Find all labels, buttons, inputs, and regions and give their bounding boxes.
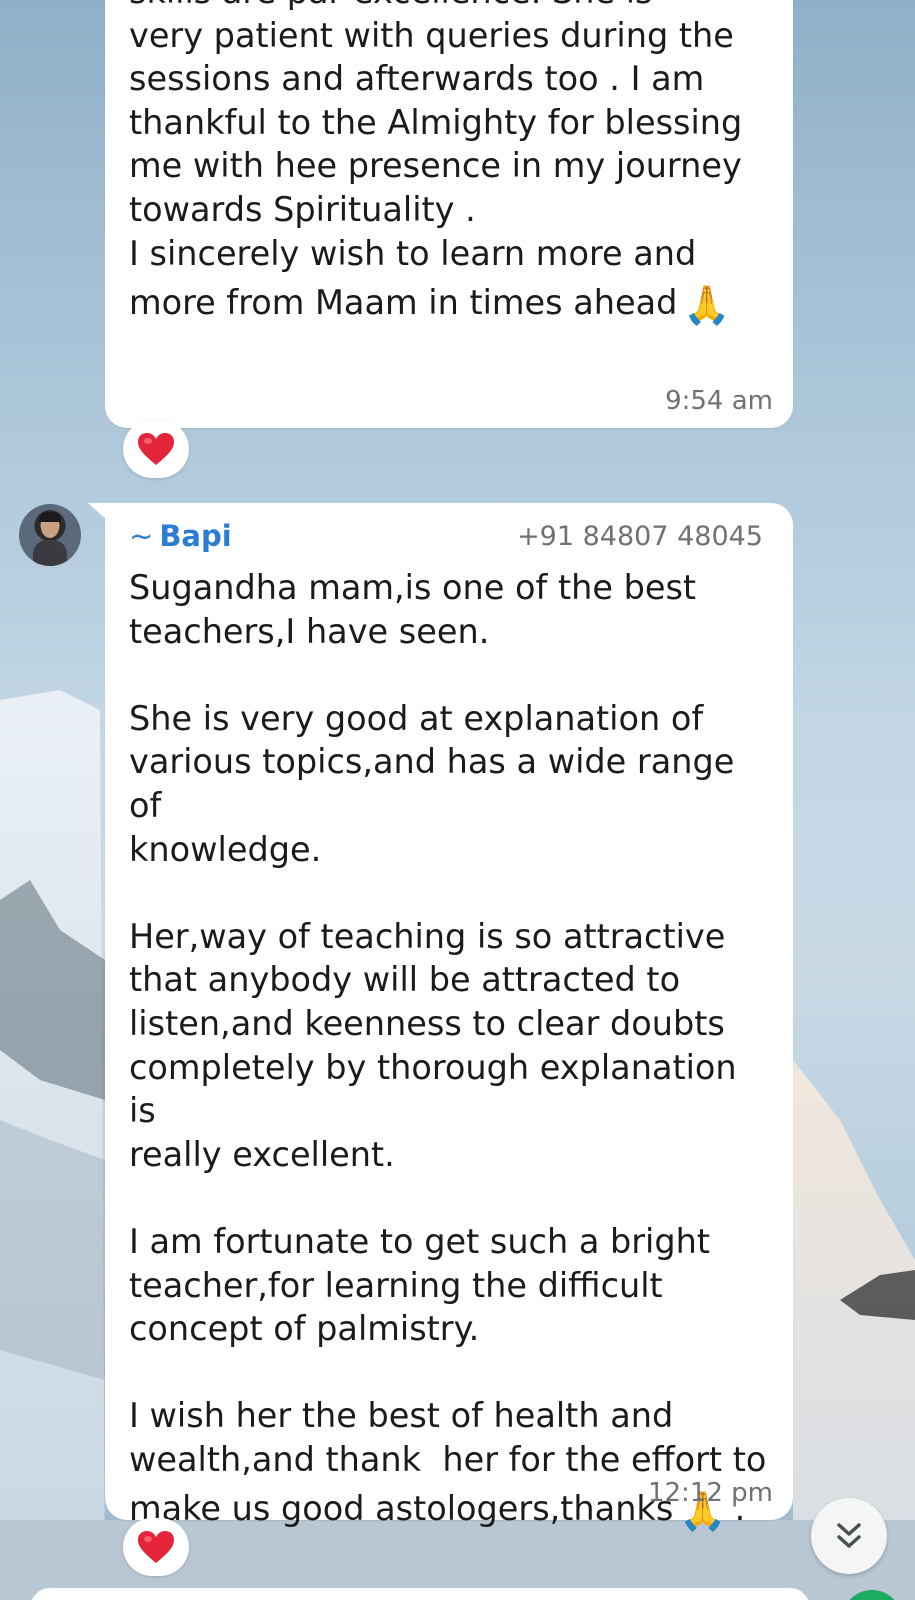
reaction-badge-2[interactable] [123, 1518, 189, 1576]
sender-prefix: ~ [129, 519, 154, 553]
sender-phone[interactable]: +91 84807 48045 [517, 521, 763, 552]
avatar-body-shape [33, 540, 67, 566]
sender-avatar[interactable] [19, 504, 81, 566]
message-2-time: 12:12 pm [647, 1478, 773, 1508]
message-last-line: make us good astologers,thanks [129, 1489, 674, 1529]
message-line: me with hee presence in my journey [129, 146, 742, 186]
message-paragraph: Her,way of teaching is so attractive tha… [129, 916, 737, 1174]
message-input-bar[interactable] [30, 1588, 810, 1600]
message-bubble-2[interactable]: ~ Bapi +91 84807 48045 Sugandha mam,is on… [105, 503, 793, 1530]
message-1-text: skills are par excellence. She isvery pa… [129, 0, 773, 325]
sender-name[interactable]: ~ Bapi [129, 519, 232, 553]
message-bubble-1[interactable]: skills are par excellence. She isvery pa… [105, 0, 793, 428]
sender-header: ~ Bapi +91 84807 48045 [129, 519, 763, 555]
sender-name-text: Bapi [159, 519, 232, 553]
heart-icon [138, 433, 174, 465]
message-2-text: Sugandha mam,is one of the best teachers… [129, 566, 773, 1531]
heart-icon [138, 1531, 174, 1563]
message-line: skills are par excellence. She is [129, 0, 773, 14]
message-line: very patient with queries during the [129, 15, 734, 55]
message-last-line: more from Maam in times ahead [129, 283, 678, 323]
message-paragraph: I am fortunate to get such a bright teac… [129, 1221, 710, 1349]
message-line: towards Spirituality . [129, 189, 476, 229]
reaction-badge-1[interactable] [123, 420, 189, 478]
folded-hands-emoji: 🙏 [683, 283, 731, 328]
double-chevron-down-icon [837, 1523, 861, 1548]
message-1-time: 9:54 am [665, 386, 773, 416]
message-line: I sincerely wish to learn more and [129, 233, 697, 273]
message-line: more from Maam in times ahead 🙏 [129, 281, 773, 325]
message-line: sessions and afterwards too . I am [129, 59, 705, 99]
avatar-hair-shape [39, 512, 61, 522]
message-paragraph: Sugandha mam,is one of the best teachers… [129, 568, 697, 651]
scroll-to-bottom-button[interactable] [811, 1498, 887, 1574]
message-paragraph: She is very good at explanation of vario… [129, 698, 735, 869]
message-paragraph: I wish her the best of health and wealth… [129, 1396, 767, 1479]
message-line: thankful to the Almighty for blessing [129, 102, 743, 142]
